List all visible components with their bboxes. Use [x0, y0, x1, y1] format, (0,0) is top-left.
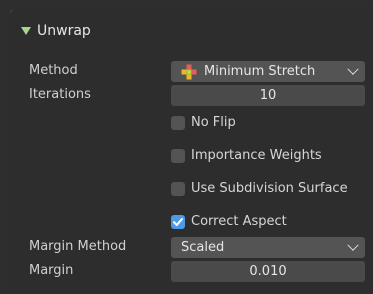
unwrap-panel: Unwrap Method Minimum Stretch Iterations…	[10, 10, 373, 294]
method-value: Minimum Stretch	[204, 64, 316, 79]
method-label: Method	[29, 63, 78, 78]
checkbox-box-checked[interactable]	[171, 214, 185, 229]
no-flip-checkbox[interactable]: No Flip	[171, 112, 236, 133]
triangle-down-icon[interactable]	[21, 27, 31, 35]
panel-header[interactable]: Unwrap	[10, 10, 373, 52]
margin-label: Margin	[29, 263, 74, 278]
no-flip-label: No Flip	[191, 115, 236, 130]
iterations-row: Iterations 10	[10, 84, 373, 107]
importance-weights-checkbox[interactable]: Importance Weights	[171, 145, 322, 166]
method-row: Method Minimum Stretch	[10, 60, 373, 83]
margin-method-value: Scaled	[181, 240, 225, 255]
checkbox-box[interactable]	[171, 115, 185, 130]
method-dropdown[interactable]: Minimum Stretch	[171, 61, 365, 82]
chevron-down-icon	[347, 63, 359, 75]
chevron-down-icon	[347, 239, 359, 251]
importance-weights-label: Importance Weights	[191, 148, 322, 163]
correct-aspect-checkbox[interactable]: Correct Aspect	[171, 211, 287, 232]
margin-method-row: Margin Method Scaled	[10, 236, 373, 259]
margin-value: 0.010	[249, 264, 287, 279]
iterations-value: 10	[259, 88, 277, 103]
margin-row: Margin 0.010	[10, 260, 373, 283]
margin-method-label: Margin Method	[29, 239, 127, 254]
subdivision-surface-row: Use Subdivision Surface	[10, 177, 373, 200]
margin-field[interactable]: 0.010	[171, 261, 365, 282]
panel-title: Unwrap	[37, 23, 91, 39]
checkbox-box[interactable]	[171, 181, 185, 196]
use-subdivision-surface-checkbox[interactable]: Use Subdivision Surface	[171, 178, 348, 199]
iterations-label: Iterations	[29, 87, 91, 102]
use-subdivision-surface-label: Use Subdivision Surface	[191, 181, 348, 196]
iterations-field[interactable]: 10	[171, 85, 365, 106]
frame-border-top	[0, 0, 373, 10]
checkbox-box[interactable]	[171, 148, 185, 163]
margin-method-dropdown[interactable]: Scaled	[171, 237, 365, 258]
importance-weights-row: Importance Weights	[10, 144, 373, 167]
minimum-stretch-icon	[181, 64, 197, 79]
checkmark-icon	[173, 217, 183, 226]
no-flip-row: No Flip	[10, 111, 373, 134]
correct-aspect-row: Correct Aspect	[10, 210, 373, 233]
frame-border-left	[0, 0, 10, 294]
correct-aspect-label: Correct Aspect	[191, 214, 287, 229]
